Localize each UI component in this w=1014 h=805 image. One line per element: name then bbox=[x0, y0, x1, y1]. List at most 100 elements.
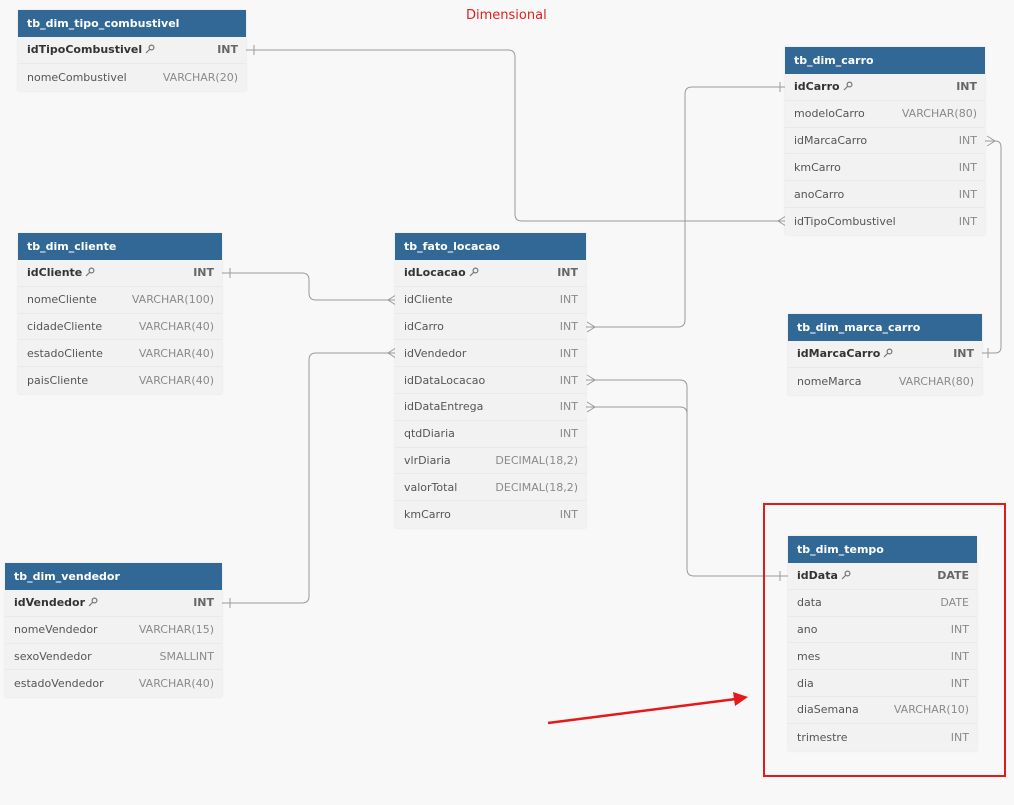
field-name: modeloCarro bbox=[794, 107, 865, 121]
table-row[interactable]: idDataEntrega INT bbox=[395, 394, 586, 421]
field-type: INT bbox=[958, 214, 977, 228]
field-name: nomeCliente bbox=[27, 293, 97, 307]
table-row[interactable]: idDataLocacao INT bbox=[395, 367, 586, 394]
connector-fato-carro[interactable] bbox=[585, 86, 786, 328]
table-row[interactable]: valorTotal DECIMAL(18,2) bbox=[395, 474, 586, 502]
diagram-title: Dimensional bbox=[466, 8, 547, 23]
field-type: INT bbox=[953, 347, 974, 361]
table-row[interactable]: idCliente INT bbox=[395, 287, 586, 314]
field-name: estadoCliente bbox=[27, 346, 103, 360]
table-header[interactable]: tb_dim_carro bbox=[785, 47, 985, 74]
table-header[interactable]: tb_dim_vendedor bbox=[5, 563, 222, 590]
field-name: vlrDiaria bbox=[404, 453, 451, 467]
table-cliente[interactable]: tb_dim_cliente idCliente INT nomeCliente… bbox=[18, 233, 222, 394]
field-name: nomeVendedor bbox=[14, 623, 98, 637]
key-icon bbox=[88, 597, 98, 610]
field-type: INT bbox=[956, 80, 977, 94]
key-icon bbox=[469, 267, 479, 280]
field-type: INT bbox=[217, 43, 238, 57]
field-type: DECIMAL(18,2) bbox=[495, 453, 578, 467]
field-name: cidadeCliente bbox=[27, 319, 103, 333]
field-name: paisCliente bbox=[27, 374, 89, 388]
field-name: qtdDiaria bbox=[404, 427, 455, 441]
field-name: idTipoCombustivel bbox=[27, 43, 143, 57]
table-tipo-combustivel[interactable]: tb_dim_tipo_combustivel idTipoCombustive… bbox=[18, 10, 246, 91]
table-marca-carro[interactable]: tb_dim_marca_carro idMarcaCarro INT nome… bbox=[788, 314, 982, 395]
field-name: idCarro bbox=[404, 319, 444, 333]
field-type: INT bbox=[559, 319, 578, 333]
table-row[interactable]: estadoCliente VARCHAR(40) bbox=[18, 340, 222, 368]
table-header[interactable]: tb_dim_marca_carro bbox=[788, 314, 982, 341]
table-row[interactable]: idMarcaCarro INT bbox=[788, 341, 982, 368]
field-name: idTipoCombustivel bbox=[794, 214, 896, 228]
field-type: VARCHAR(40) bbox=[138, 319, 214, 333]
table-fato-locacao[interactable]: tb_fato_locacao idLocacao INT idCliente I… bbox=[395, 233, 586, 528]
table-row[interactable]: kmCarro INT bbox=[395, 501, 586, 528]
table-row[interactable]: idMarcaCarro INT bbox=[785, 128, 985, 155]
field-type: INT bbox=[559, 427, 578, 441]
field-name-cell: idTipoCombustivel bbox=[27, 43, 155, 57]
connector-fato-datalocacao-tempo[interactable] bbox=[585, 379, 789, 577]
table-row[interactable]: estadoVendedor VARCHAR(40) bbox=[5, 670, 222, 697]
table-row[interactable]: idCarro INT bbox=[395, 314, 586, 341]
table-header[interactable]: tb_dim_tipo_combustivel bbox=[18, 10, 246, 37]
field-name: valorTotal bbox=[404, 480, 458, 494]
table-row[interactable]: cidadeCliente VARCHAR(40) bbox=[18, 314, 222, 341]
field-type: VARCHAR(100) bbox=[131, 293, 214, 307]
table-row[interactable]: kmCarro INT bbox=[785, 154, 985, 182]
connector-tipo-combustivel-carro[interactable] bbox=[246, 49, 786, 222]
table-header[interactable]: tb_dim_cliente bbox=[18, 233, 222, 260]
field-type: VARCHAR(40) bbox=[138, 346, 214, 360]
table-row[interactable]: idTipoCombustivel INT bbox=[785, 208, 985, 235]
connector-cliente-fato[interactable] bbox=[222, 272, 396, 301]
field-type: VARCHAR(80) bbox=[898, 374, 974, 388]
table-row[interactable]: nomeMarca VARCHAR(80) bbox=[788, 368, 982, 395]
connector-vendedor-fato[interactable] bbox=[222, 352, 396, 604]
table-header[interactable]: tb_fato_locacao bbox=[395, 233, 586, 260]
table-row[interactable]: idCarro INT bbox=[785, 74, 985, 101]
field-name: kmCarro bbox=[404, 508, 451, 522]
table-row[interactable]: sexoVendedor SMALLINT bbox=[5, 644, 222, 671]
table-vendedor[interactable]: tb_dim_vendedor idVendedor INT nomeVende… bbox=[5, 563, 222, 698]
table-row[interactable]: nomeCombustivel VARCHAR(20) bbox=[18, 64, 246, 91]
key-icon bbox=[883, 348, 893, 361]
field-type: INT bbox=[193, 596, 214, 610]
field-name: idMarcaCarro bbox=[794, 133, 868, 147]
field-name: idDataEntrega bbox=[404, 400, 484, 414]
table-row[interactable]: anoCarro INT bbox=[785, 181, 985, 208]
connector-fato-dataentrega-tempo[interactable] bbox=[585, 406, 688, 415]
field-name-cell: idVendedor bbox=[14, 596, 98, 610]
field-name: sexoVendedor bbox=[14, 649, 92, 663]
field-name: estadoVendedor bbox=[14, 677, 104, 691]
table-row[interactable]: idLocacao INT bbox=[395, 260, 586, 287]
table-row[interactable]: idVendedor INT bbox=[5, 590, 222, 617]
field-name-cell: idCliente bbox=[27, 266, 95, 280]
field-name: anoCarro bbox=[794, 187, 845, 201]
field-type: VARCHAR(40) bbox=[138, 677, 214, 691]
field-type: INT bbox=[958, 133, 977, 147]
table-row[interactable]: modeloCarro VARCHAR(80) bbox=[785, 101, 985, 128]
field-type: SMALLINT bbox=[159, 649, 214, 663]
field-name: idLocacao bbox=[404, 266, 466, 280]
table-row[interactable]: vlrDiaria DECIMAL(18,2) bbox=[395, 448, 586, 475]
field-name: kmCarro bbox=[794, 160, 841, 174]
field-name: nomeMarca bbox=[797, 374, 862, 388]
field-name-cell: idMarcaCarro bbox=[797, 347, 893, 361]
field-name: idCliente bbox=[27, 266, 83, 280]
field-type: INT bbox=[559, 293, 578, 307]
field-name: nomeCombustivel bbox=[27, 70, 127, 84]
table-row[interactable]: paisCliente VARCHAR(40) bbox=[18, 367, 222, 394]
field-type: INT bbox=[958, 187, 977, 201]
table-row[interactable]: nomeCliente VARCHAR(100) bbox=[18, 287, 222, 314]
table-row[interactable]: idCliente INT bbox=[18, 260, 222, 287]
table-row[interactable]: idTipoCombustivel INT bbox=[18, 37, 246, 64]
field-name-cell: idLocacao bbox=[404, 266, 479, 280]
field-name: idCliente bbox=[404, 293, 453, 307]
field-type: INT bbox=[559, 373, 578, 387]
field-type: DECIMAL(18,2) bbox=[495, 480, 578, 494]
table-row[interactable]: nomeVendedor VARCHAR(15) bbox=[5, 617, 222, 644]
field-type: INT bbox=[559, 400, 578, 414]
table-row[interactable]: idVendedor INT bbox=[395, 340, 586, 368]
table-row[interactable]: qtdDiaria INT bbox=[395, 421, 586, 448]
table-carro[interactable]: tb_dim_carro idCarro INT modeloCarro VARC… bbox=[785, 47, 985, 235]
